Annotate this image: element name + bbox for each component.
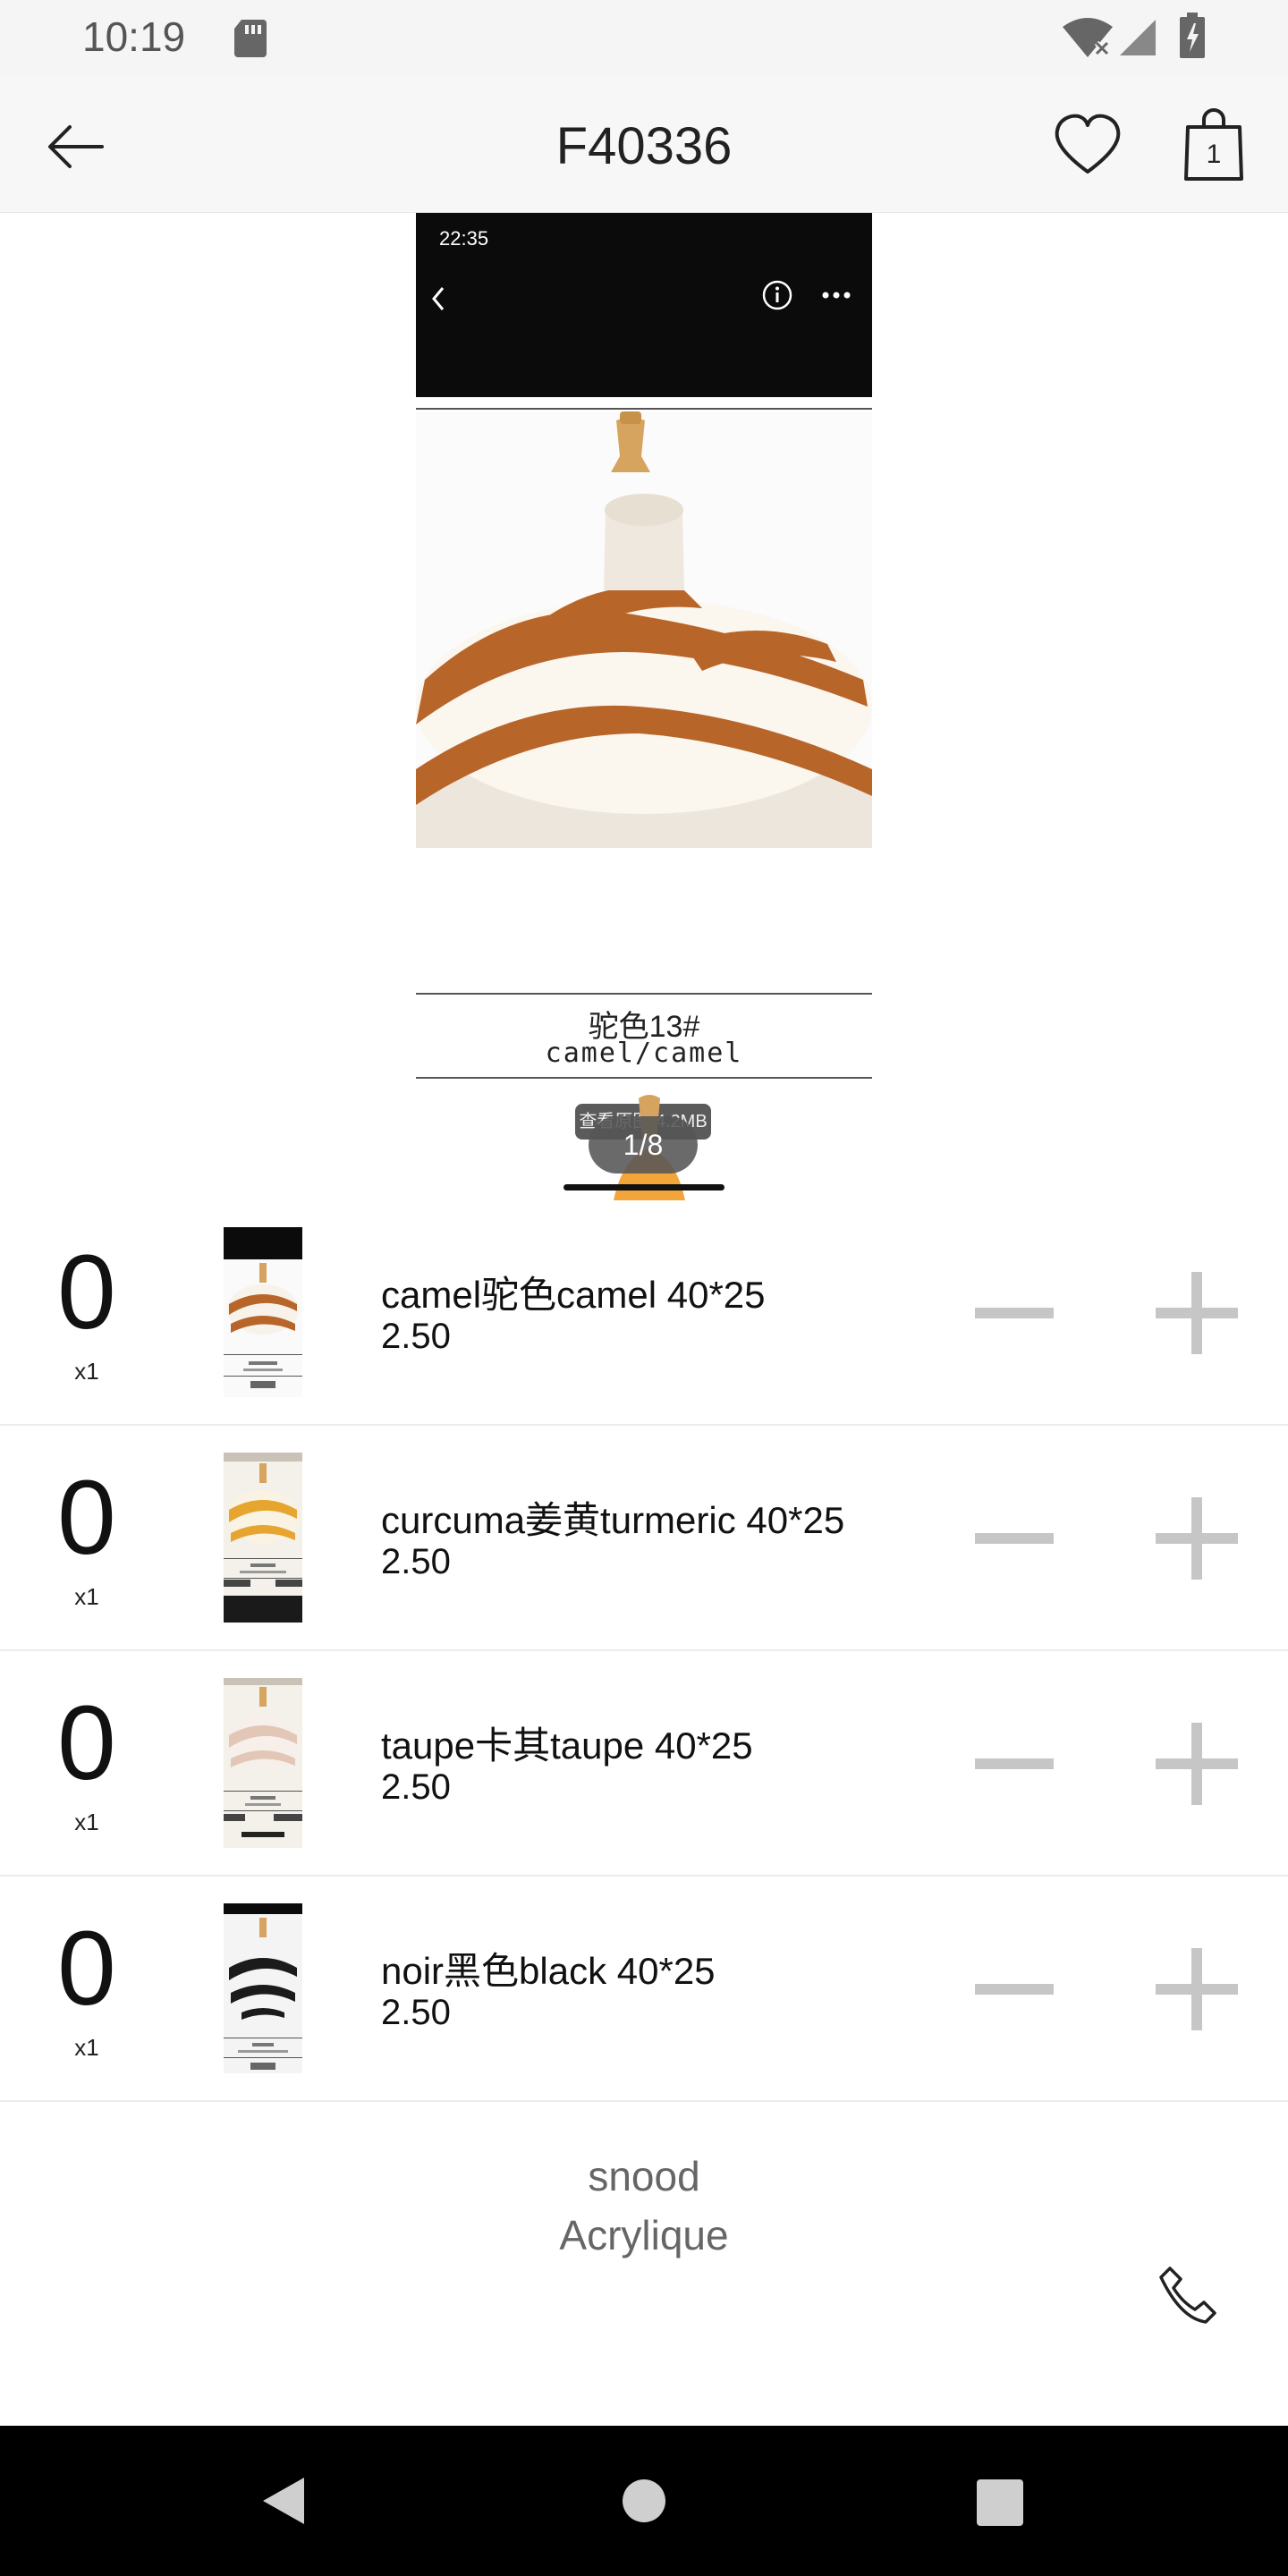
product-image: 22:35 驼色13# camel/camel — [416, 213, 872, 1200]
product-image-gallery[interactable]: 22:35 驼色13# camel/camel — [0, 213, 1288, 1200]
quantity-value: 0 — [57, 1910, 116, 2028]
variant-thumbnail[interactable] — [224, 1903, 302, 2073]
variant-row: 0 x1 camel驼色camel 40*25 2.50 — [0, 1200, 1288, 1426]
heart-icon[interactable] — [1052, 111, 1123, 179]
decrease-quantity-button[interactable] — [971, 1962, 1057, 2016]
status-time: 10:19 — [82, 13, 186, 60]
decrease-quantity-button[interactable] — [971, 1512, 1057, 1565]
variant-price: 2.50 — [381, 1993, 451, 2032]
cart-count: 1 — [1206, 140, 1222, 169]
embedded-back-icon — [432, 287, 445, 310]
divider — [416, 993, 872, 995]
divider — [416, 408, 872, 410]
variant-row: 0 x1 taupe卡其taupe 40*25 2.50 — [0, 1651, 1288, 1877]
quantity-value: 0 — [57, 1233, 116, 1352]
nav-recents-icon[interactable] — [977, 2479, 1023, 2526]
quantity-multiplier: x1 — [74, 1583, 99, 1610]
decrease-quantity-button[interactable] — [971, 1737, 1057, 1791]
variant-name: noir黑色black 40*25 — [381, 1950, 716, 1992]
variant-name: curcuma姜黄turmeric 40*25 — [381, 1499, 845, 1541]
variant-thumbnail[interactable] — [224, 1227, 302, 1397]
embedded-info-icon — [762, 280, 792, 310]
increase-quantity-button[interactable] — [1156, 1497, 1238, 1580]
wifi-off-icon — [1063, 18, 1113, 57]
increase-quantity-button[interactable] — [1156, 1723, 1238, 1805]
sd-card-icon — [234, 20, 267, 57]
product-description: snood Acrylique — [0, 2147, 1288, 2265]
increase-quantity-button[interactable] — [1156, 1272, 1238, 1354]
scarf-photo — [416, 411, 872, 848]
gallery-pager: 1/8 — [589, 1116, 698, 1174]
variant-name: camel驼色camel 40*25 — [381, 1274, 766, 1316]
variant-thumbnail[interactable] — [224, 1678, 302, 1848]
increase-quantity-button[interactable] — [1156, 1948, 1238, 2030]
signal-icon — [1120, 20, 1156, 55]
description-material: Acrylique — [559, 2212, 729, 2258]
embedded-home-indicator — [564, 1184, 724, 1191]
variant-row: 0 x1 noir黑色black 40*25 2.50 — [0, 1877, 1288, 2102]
variant-price: 2.50 — [381, 1767, 451, 1807]
app-bar: F40336 1 — [0, 75, 1288, 213]
phone-icon[interactable] — [1157, 2263, 1220, 2326]
nav-back-icon[interactable] — [259, 2476, 306, 2526]
variant-price: 2.50 — [381, 1542, 451, 1581]
quantity-value: 0 — [57, 1459, 116, 1577]
quantity-multiplier: x1 — [74, 2034, 99, 2061]
embedded-time: 22:35 — [439, 227, 489, 250]
quantity-multiplier: x1 — [74, 1809, 99, 1835]
embedded-screenshot-header: 22:35 — [416, 213, 872, 397]
divider — [416, 1077, 872, 1079]
quantity-multiplier: x1 — [74, 1358, 99, 1385]
description-type: snood — [588, 2153, 700, 2199]
variant-price: 2.50 — [381, 1317, 451, 1356]
system-navigation-bar — [0, 2426, 1288, 2576]
variant-row: 0 x1 curcuma姜黄turmeric 40*25 2.50 — [0, 1426, 1288, 1651]
variant-thumbnail[interactable] — [224, 1453, 302, 1623]
caption-english: camel/camel — [545, 1038, 743, 1069]
variant-name: taupe卡其taupe 40*25 — [381, 1724, 753, 1767]
variant-list: 0 x1 camel驼色camel 40*25 2.50 0 x1 curcum… — [0, 1200, 1288, 2102]
decrease-quantity-button[interactable] — [971, 1286, 1057, 1340]
embedded-more-icon — [822, 292, 851, 299]
shopping-bag-button[interactable]: 1 — [1182, 107, 1245, 182]
quantity-value: 0 — [57, 1684, 116, 1802]
battery-charging-icon — [1180, 13, 1205, 58]
status-bar: 10:19 — [0, 0, 1288, 75]
nav-home-icon[interactable] — [623, 2479, 665, 2522]
